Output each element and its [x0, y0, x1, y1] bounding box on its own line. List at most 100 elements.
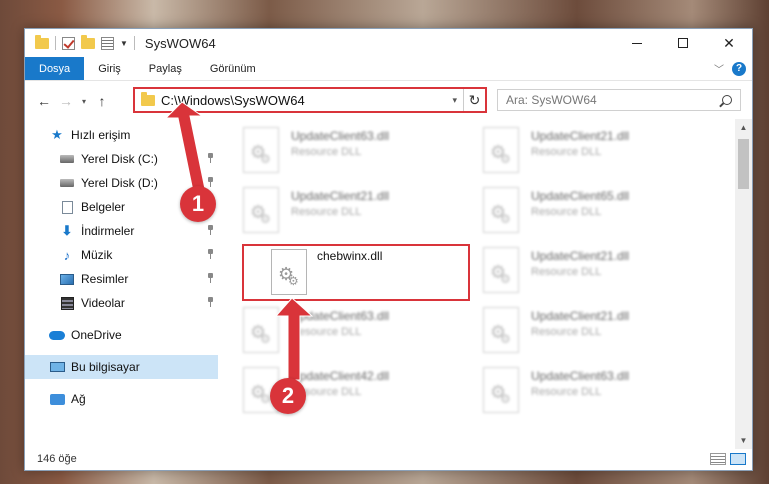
file-tile[interactable]: UpdateClient63.dll Resource DLL [483, 365, 711, 421]
file-tile[interactable]: UpdateClient21.dll Resource DLL [483, 245, 711, 301]
file-tile[interactable]: UpdateClient63.dll Resource DLL [243, 125, 471, 181]
item-count: 146 öğe [37, 453, 77, 465]
file-name: UpdateClient42.dll [291, 369, 390, 383]
sidebar-item-label: Videolar [81, 296, 125, 310]
pin-icon[interactable] [207, 297, 214, 307]
chevron-down-icon[interactable]: ▼ [120, 39, 128, 48]
sidebar-item-label: OneDrive [71, 328, 122, 342]
file-name: UpdateClient63.dll [291, 129, 390, 143]
dll-file-icon [483, 247, 519, 293]
sidebar-item-label: İndirmeler [81, 224, 135, 238]
tab-gorunum[interactable]: Görünüm [196, 57, 270, 80]
pin-icon[interactable] [207, 153, 214, 163]
help-icon[interactable]: ? [732, 61, 746, 76]
scroll-up-icon[interactable]: ▲ [735, 119, 752, 136]
file-tile[interactable]: UpdateClient21.dll Resource DLL [483, 305, 711, 361]
callout-1: 1 [180, 186, 216, 222]
music-icon: ♪ [63, 247, 71, 263]
search-input[interactable]: Ara: SysWOW64 [497, 89, 741, 111]
file-highlight-box [242, 244, 470, 301]
sidebar-item-label: Resimler [81, 272, 129, 286]
window-controls: ✕ [614, 29, 752, 57]
sidebar-item-this-pc[interactable]: Bu bilgisayar [25, 355, 218, 379]
cloud-icon [49, 328, 65, 342]
close-icon: ✕ [723, 34, 735, 51]
sidebar-item-downloads[interactable]: ⬇ İndirmeler [25, 219, 218, 243]
disk-icon [59, 176, 75, 190]
dll-file-icon [483, 367, 519, 413]
computer-icon [49, 360, 65, 374]
sidebar-item-label: Yerel Disk (C:) [81, 152, 158, 166]
file-tile[interactable]: UpdateClient21.dll Resource DLL [243, 185, 471, 241]
navigation-pane: ★ Hızlı erişim Yerel Disk (C:) Yerel Dis… [25, 123, 218, 443]
disk-icon [59, 152, 75, 166]
minimize-icon [632, 42, 642, 44]
file-name: UpdateClient21.dll [291, 189, 390, 203]
back-button[interactable]: ← [33, 93, 55, 109]
callout-2: 2 [270, 378, 306, 414]
maximize-icon [678, 38, 688, 48]
sidebar-item-pictures[interactable]: Resimler [25, 267, 218, 291]
file-type: Resource DLL [291, 206, 362, 218]
scroll-thumb[interactable] [738, 139, 749, 189]
sidebar-item-videos[interactable]: Videolar [25, 291, 218, 315]
file-type: Resource DLL [531, 206, 602, 218]
scroll-down-icon[interactable]: ▼ [735, 432, 752, 449]
vertical-scrollbar[interactable]: ▲ ▼ [735, 119, 752, 449]
separator [133, 36, 135, 50]
file-name: UpdateClient63.dll [531, 369, 630, 383]
maximize-button[interactable] [660, 29, 706, 57]
pin-icon[interactable] [207, 273, 214, 283]
address-dropdown-button[interactable]: ▾ [452, 95, 463, 106]
properties-check-icon[interactable] [62, 36, 75, 50]
file-type: Resource DLL [531, 326, 602, 338]
details-view-icon[interactable] [710, 453, 726, 465]
recent-locations-button[interactable]: ▾ [77, 97, 91, 106]
minimize-button[interactable] [614, 29, 660, 57]
quick-access-toolbar: ▼ [25, 34, 135, 50]
sidebar-item-onedrive[interactable]: OneDrive [25, 323, 218, 347]
forward-button[interactable]: → [55, 93, 77, 109]
sidebar-item-music[interactable]: ♪ Müzik [25, 243, 218, 267]
title-bar: ▼ SysWOW64 ✕ [25, 29, 752, 57]
pin-icon[interactable] [207, 177, 214, 187]
tab-giris[interactable]: Giriş [84, 57, 135, 80]
customize-toolbar-icon[interactable] [101, 36, 114, 50]
sidebar-item-network[interactable]: Ağ [25, 387, 218, 411]
tab-paylas[interactable]: Paylaş [135, 57, 196, 80]
refresh-button[interactable]: ↻ [463, 89, 485, 111]
sidebar-item-quick-access[interactable]: ★ Hızlı erişim [25, 123, 218, 147]
status-bar: 146 öğe [25, 448, 752, 470]
file-type: Resource DLL [291, 326, 362, 338]
dll-file-icon [243, 307, 279, 353]
pictures-icon [59, 272, 75, 286]
folder-icon[interactable] [35, 34, 49, 49]
search-icon[interactable] [722, 95, 732, 105]
file-tile[interactable]: UpdateClient21.dll Resource DLL [483, 125, 711, 181]
dll-file-icon [243, 187, 279, 233]
file-type: Resource DLL [291, 146, 362, 158]
address-path[interactable]: C:\Windows\SysWOW64 [161, 93, 305, 108]
pin-icon[interactable] [207, 249, 214, 259]
file-tile[interactable]: UpdateClient63.dll Resource DLL [243, 305, 471, 361]
file-type: Resource DLL [531, 146, 602, 158]
file-tile[interactable]: UpdateClient65.dll Resource DLL [483, 185, 711, 241]
up-button[interactable]: ↑ [91, 93, 113, 109]
sidebar-item-disk-c[interactable]: Yerel Disk (C:) [25, 147, 218, 171]
ribbon-right: ﹀ ? [714, 57, 752, 80]
close-button[interactable]: ✕ [706, 29, 752, 57]
file-name: UpdateClient65.dll [531, 189, 630, 203]
pin-icon[interactable] [207, 225, 214, 235]
sidebar-item-label: Bu bilgisayar [71, 360, 140, 374]
folder-icon [141, 91, 155, 106]
navigation-bar: ← → ▾ ↑ C:\Windows\SysWOW64 ▾ ↻ Ara: Sys… [25, 85, 752, 117]
documents-icon [59, 200, 75, 214]
search-placeholder: Ara: SysWOW64 [506, 93, 597, 107]
new-folder-icon[interactable] [81, 34, 95, 49]
tiles-view-icon[interactable] [730, 453, 746, 465]
address-bar[interactable]: C:\Windows\SysWOW64 ▾ ↻ [133, 87, 487, 113]
file-name: UpdateClient21.dll [531, 309, 630, 323]
tab-dosya[interactable]: Dosya [25, 57, 85, 80]
expand-ribbon-icon[interactable]: ﹀ [714, 61, 724, 76]
star-icon: ★ [51, 127, 63, 142]
